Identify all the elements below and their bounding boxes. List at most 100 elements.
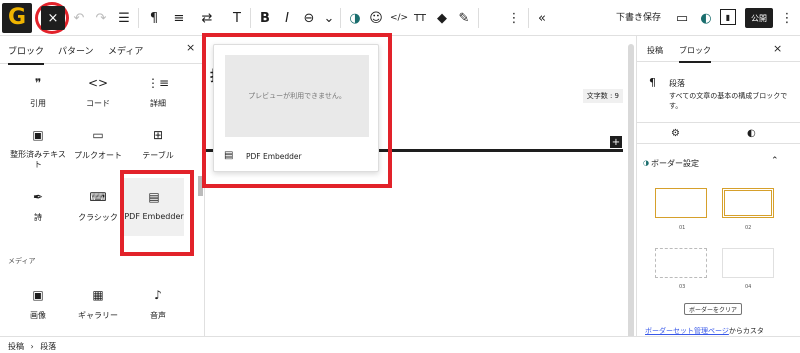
block-audio[interactable]: ♪ 音声 xyxy=(130,288,186,321)
undo-icon[interactable]: ↶ xyxy=(70,9,88,27)
tab-post[interactable]: 投稿 xyxy=(647,45,663,56)
block-table[interactable]: ⊞ テーブル xyxy=(130,128,186,161)
preset-label: 02 xyxy=(745,225,752,231)
code-icon[interactable]: </> xyxy=(389,9,409,27)
border-settings-heading[interactable]: ボーダー設定 xyxy=(651,158,699,169)
chevron-down-icon[interactable]: ⌄ xyxy=(320,9,338,27)
block-label: 詳細 xyxy=(150,99,166,108)
settings-sidebar: 投稿 ブロック × ¶ 段落 すべての文章の基本の構成ブロックです。 ⚙ ◐ ◑… xyxy=(636,36,800,336)
block-label: 画像 xyxy=(30,311,46,320)
sidebar-toggle-icon[interactable]: ▮ xyxy=(720,9,736,25)
chevron-up-icon[interactable]: ⌃ xyxy=(771,156,779,166)
block-details[interactable]: ⋮≡ 詳細 xyxy=(130,76,186,109)
link-icon[interactable]: ⊖ xyxy=(300,9,318,27)
more-options-icon[interactable]: ⋮ xyxy=(778,9,796,27)
breadcrumb-post[interactable]: 投稿 xyxy=(8,342,24,351)
breadcrumb-separator: › xyxy=(30,342,34,351)
editor-canvas: 打 文字数 : 9 + プレビューが利用できません。 ▤ PDF Embedde… xyxy=(202,33,633,336)
block-preformatted[interactable]: ▣ 整形済みテキスト xyxy=(10,128,66,170)
styles-icon[interactable]: ◐ xyxy=(747,128,756,139)
divider xyxy=(340,8,341,28)
marker-icon[interactable]: ✎ xyxy=(455,9,473,27)
close-icon[interactable]: × xyxy=(773,42,782,55)
quote-icon: ❞ xyxy=(34,76,42,90)
border-preset-04[interactable] xyxy=(722,248,774,278)
block-label: 引用 xyxy=(30,99,46,108)
close-inserter-button[interactable]: × xyxy=(41,6,65,30)
gear-icon[interactable]: ⚙ xyxy=(671,128,680,139)
brand-icon: ◑ xyxy=(643,159,650,167)
highlight-box xyxy=(120,170,194,256)
italic-icon[interactable]: I xyxy=(278,9,296,27)
save-draft-button[interactable]: 下書き保存 xyxy=(616,10,661,23)
table-icon: ⊞ xyxy=(152,128,164,142)
tab-block[interactable]: ブロック xyxy=(679,45,711,63)
border-manage-link[interactable]: ボーダーセット管理ページ xyxy=(645,327,729,335)
block-code[interactable]: <> コード xyxy=(70,76,126,109)
settings-tabs xyxy=(637,122,800,144)
block-label: 音声 xyxy=(150,311,166,320)
preformatted-icon: ▣ xyxy=(32,128,44,142)
breadcrumb-paragraph[interactable]: 段落 xyxy=(40,342,56,351)
block-quote[interactable]: ❞ 引用 xyxy=(10,76,66,109)
move-icon[interactable]: T xyxy=(228,9,246,27)
highlight-icon[interactable]: ◆ xyxy=(433,9,451,27)
align-icon[interactable]: ≡ xyxy=(170,9,188,27)
publish-button[interactable]: 公開 xyxy=(745,8,773,28)
block-verse[interactable]: ✒ 詩 xyxy=(10,190,66,223)
top-toolbar: G × ↶ ↷ ☰ ¶ ≡ ⇄ T B I ⊖ ⌄ ◑ ☺ </> TT ◆ ✎… xyxy=(0,0,800,36)
divider xyxy=(478,8,479,28)
emoji-icon[interactable]: ☺ xyxy=(367,9,385,27)
code-icon: <> xyxy=(87,76,109,90)
close-icon: × xyxy=(47,10,59,26)
transform-icon[interactable]: ⇄ xyxy=(198,9,216,27)
gallery-icon: ▦ xyxy=(92,288,104,302)
section-media: メディア xyxy=(8,257,36,265)
divider xyxy=(138,8,139,28)
plus-icon: + xyxy=(611,136,621,148)
block-label: クラシック xyxy=(78,213,118,222)
add-block-button[interactable]: + xyxy=(610,136,622,148)
border-preset-01[interactable] xyxy=(655,188,707,218)
image-icon: ▣ xyxy=(32,288,44,302)
block-label: 整形済みテキスト xyxy=(10,150,66,169)
close-icon[interactable]: × xyxy=(186,41,195,54)
block-gallery[interactable]: ▦ ギャラリー xyxy=(70,288,126,321)
block-label: コード xyxy=(86,99,110,108)
audio-icon: ♪ xyxy=(154,288,162,302)
block-pullquote[interactable]: ▭ プルクオート xyxy=(70,128,126,161)
brand-icon[interactable]: ◑ xyxy=(346,9,364,27)
logo-glyph: G xyxy=(7,5,27,30)
link-suffix: からカスタ xyxy=(728,327,764,335)
pullquote-icon: ▭ xyxy=(92,128,104,142)
keyboard-icon: ⌨ xyxy=(89,190,107,204)
preset-label: 01 xyxy=(679,225,686,231)
tab-media[interactable]: メディア xyxy=(108,44,143,57)
breadcrumb: 投稿 › 段落 xyxy=(0,336,800,353)
tab-patterns[interactable]: パターン xyxy=(58,44,94,57)
block-title: 段落 xyxy=(669,79,685,88)
border-preset-02[interactable] xyxy=(722,188,774,218)
tab-blocks[interactable]: ブロック xyxy=(8,44,45,65)
preview-icon[interactable]: ▭ xyxy=(673,9,691,27)
border-preset-03[interactable] xyxy=(655,248,707,278)
paragraph-icon[interactable]: ¶ xyxy=(145,9,163,27)
clear-border-button[interactable]: ボーダーをクリア xyxy=(684,303,742,315)
editor-scrollbar[interactable] xyxy=(628,44,634,340)
collapse-icon[interactable]: « xyxy=(533,9,551,27)
site-logo[interactable]: G xyxy=(2,3,32,33)
block-image[interactable]: ▣ 画像 xyxy=(10,288,66,321)
border-manage-text: ボーダーセット管理ページからカスタ xyxy=(645,326,764,336)
divider xyxy=(528,8,529,28)
text-size-icon[interactable]: TT xyxy=(411,9,429,27)
highlight-box xyxy=(202,33,392,188)
block-description: すべての文章の基本の構成ブロックです。 xyxy=(669,92,788,110)
verse-icon: ✒ xyxy=(32,190,44,204)
block-classic[interactable]: ⌨ クラシック xyxy=(70,190,126,223)
bold-icon[interactable]: B xyxy=(256,9,274,27)
theme-icon[interactable]: ◐ xyxy=(697,9,715,27)
preset-label: 03 xyxy=(679,284,686,290)
redo-icon[interactable]: ↷ xyxy=(92,9,110,27)
list-view-icon[interactable]: ☰ xyxy=(115,9,133,27)
options-icon[interactable]: ⋮ xyxy=(505,9,523,27)
